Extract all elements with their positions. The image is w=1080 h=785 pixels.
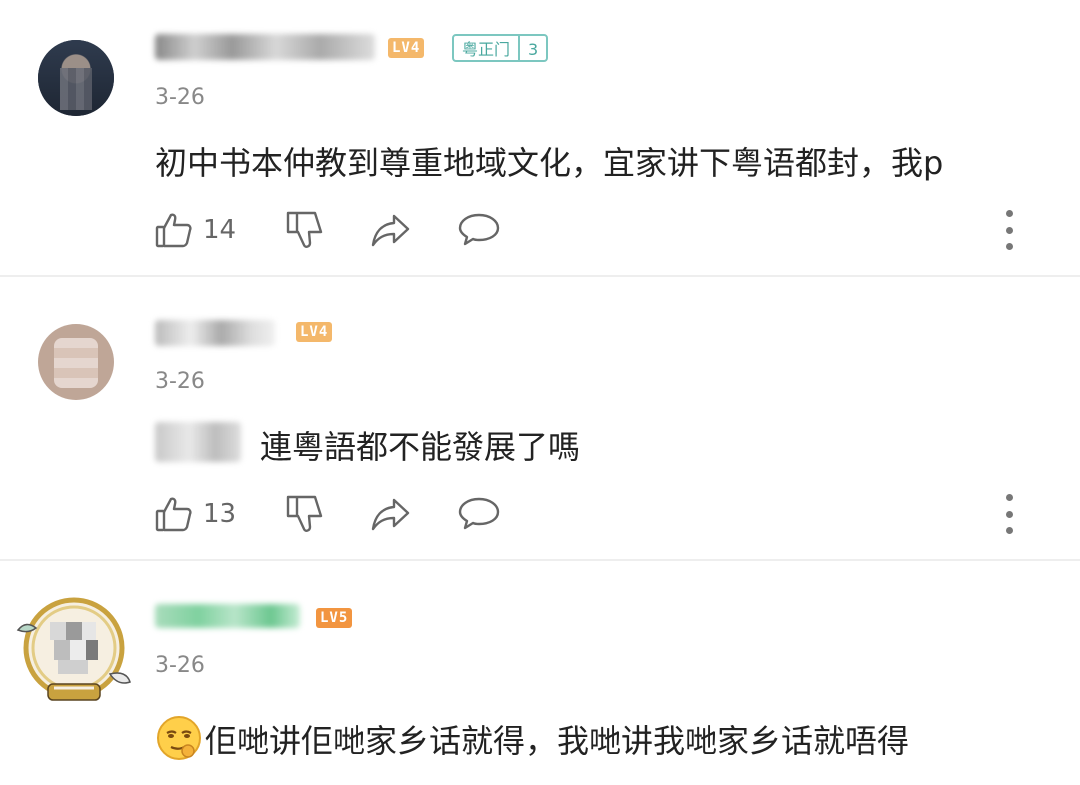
comment-bubble-icon (458, 213, 500, 246)
share-button[interactable] (370, 210, 412, 250)
mention-obscured[interactable] (155, 422, 241, 462)
level-badge: LV4 (388, 38, 425, 58)
dislike-button[interactable] (285, 210, 325, 250)
fan-badge[interactable]: 粤正门 3 (452, 34, 549, 62)
avatar[interactable] (38, 40, 114, 116)
share-arrow-icon (371, 214, 410, 247)
thumbs-down-icon (286, 495, 323, 532)
divider (0, 275, 1080, 277)
comment-item: LV5 3-26 佢哋讲佢哋家乡话就得，我哋讲我哋家乡话就唔得 (0, 568, 1080, 785)
like-button[interactable]: 14 (155, 210, 236, 250)
share-button[interactable] (370, 494, 412, 534)
like-count: 13 (203, 499, 237, 529)
level-badge: LV4 (296, 322, 333, 342)
avatar-frame[interactable] (14, 590, 134, 710)
more-vertical-icon[interactable] (1003, 210, 1015, 250)
divider (0, 559, 1080, 561)
comment-date: 3-26 (155, 653, 205, 678)
comment-date: 3-26 (155, 85, 205, 110)
fan-badge-name: 粤正门 (454, 36, 521, 60)
username-obscured[interactable] (155, 34, 375, 60)
thumbs-down-icon (286, 211, 323, 248)
comment-item: LV4 粤正门 3 3-26 初中书本仲教到尊重地域文化，宜家讲下粤语都封，我p… (0, 0, 1080, 275)
avatar[interactable] (38, 324, 114, 400)
thumbs-up-icon (155, 213, 192, 248)
comment-date: 3-26 (155, 369, 205, 394)
like-count: 14 (203, 215, 237, 245)
share-arrow-icon (371, 498, 410, 531)
fan-badge-level: 3 (528, 40, 539, 59)
reply-button[interactable] (457, 210, 501, 250)
level-badge: LV5 (316, 608, 353, 628)
dislike-button[interactable] (285, 494, 325, 534)
action-bar: 13 (155, 494, 1055, 534)
username-obscured[interactable] (155, 320, 275, 346)
smug-emoji-icon (157, 716, 201, 760)
comment-item: LV4 3-26 連粵語都不能發展了嗎 13 (0, 284, 1080, 559)
more-vertical-icon[interactable] (1003, 494, 1015, 534)
action-bar: 14 (155, 210, 1055, 250)
reply-button[interactable] (457, 494, 501, 534)
comment-text: 連粵語都不能發展了嗎 (260, 428, 581, 466)
comment-bubble-icon (458, 497, 500, 530)
comment-text: 佢哋讲佢哋家乡话就得，我哋讲我哋家乡话就唔得 (205, 722, 910, 760)
thumbs-up-icon (155, 497, 192, 532)
comment-text: 初中书本仲教到尊重地域文化，宜家讲下粤语都封，我p (155, 144, 944, 182)
username-obscured[interactable] (155, 604, 300, 628)
like-button[interactable]: 13 (155, 494, 236, 534)
